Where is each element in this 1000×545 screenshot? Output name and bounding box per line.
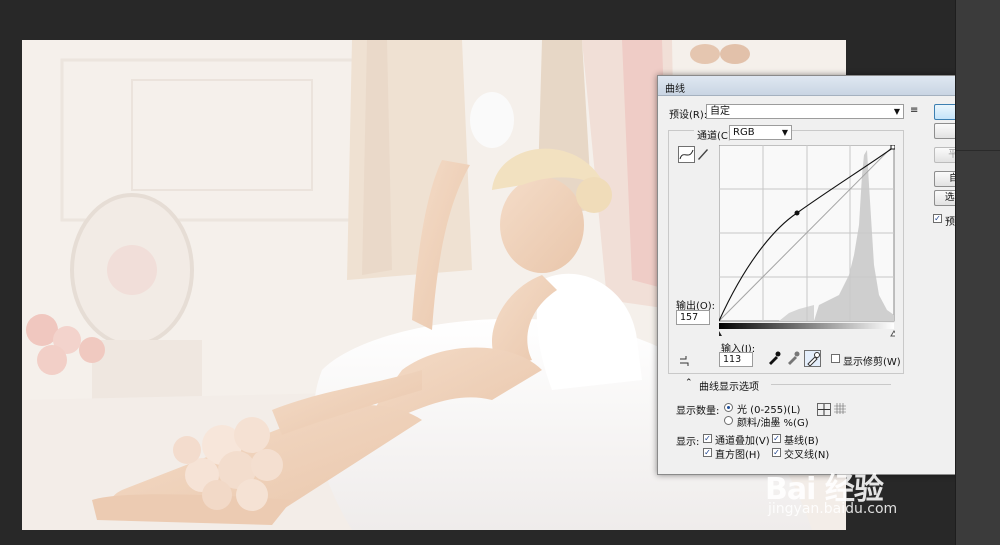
channel-select[interactable]: RGB ▼ [729,125,792,140]
light-radio[interactable] [724,403,733,412]
preset-select[interactable]: 自定 ▼ [706,104,904,119]
preview-checkbox[interactable]: ✓ [933,214,942,223]
baseline-checkbox[interactable]: ✓ [772,434,781,443]
show-clipping-checkbox[interactable] [831,354,840,363]
black-point-eyedropper[interactable] [766,350,783,367]
hand-adjust-icon [680,356,689,366]
curve-endpoint[interactable] [890,144,896,150]
pencil-icon [698,149,708,160]
grid-4x4-button[interactable] [817,403,831,416]
dialog-title: 曲线 [665,84,685,95]
eyedropper-black-icon [769,351,781,365]
pencil-tool[interactable] [695,146,712,163]
white-point-eyedropper[interactable] [804,350,821,367]
preset-label: 预设(R): [669,110,708,121]
watermark-url: jingyan.baidu.com [768,501,898,517]
curves-graph-svg [712,144,898,337]
gray-point-eyedropper[interactable] [785,350,802,367]
grid-small-icon [818,404,830,415]
display-options-label[interactable]: 曲线显示选项 [699,378,759,393]
histogram-label: 直方图(H) [715,450,761,461]
intersection-label: 交叉线(N) [784,450,830,461]
show-label: 显示: [676,437,700,448]
pigment-option-label: 颜料/油墨 %(G) [737,418,809,429]
baidu-watermark: Bai 经验 jingyan.baidu.com [765,460,965,530]
pigment-radio[interactable] [724,416,733,425]
channel-overlay-label: 通道叠加(V) [715,436,770,447]
channel-overlay-checkbox[interactable]: ✓ [703,434,712,443]
histogram-checkbox[interactable]: ✓ [703,448,712,457]
input-field[interactable]: 113 [719,352,753,367]
curve-control-point[interactable] [794,210,800,216]
show-clipping-label: 显示修剪(W) [843,357,901,368]
preset-value: 自定 [710,106,730,117]
baseline-label: 基线(B) [784,436,819,447]
curves-graph[interactable] [712,144,898,343]
on-image-adjust-tool[interactable] [677,353,694,370]
eyedropper-gray-icon [788,351,800,365]
divider [771,384,891,385]
panel-divider [956,150,1000,151]
canvas-workspace: 曲线 预设(R): 自定 ▼ ≡ 通道(C): RGB ▼ 输出(O): 157 [0,0,1000,545]
curve-point-tool[interactable] [678,146,695,163]
channel-value: RGB [733,127,755,138]
show-amount-label: 显示数量: [676,406,720,417]
grid-10x10-button[interactable] [834,403,848,416]
right-panel-strip [955,0,1000,545]
chevron-down-icon: ▼ [893,107,900,116]
curve-icon [679,149,694,160]
output-field[interactable]: 157 [676,310,710,325]
black-slider[interactable] [716,331,722,336]
chevron-down-icon: ▼ [781,128,788,137]
dialog-titlebar[interactable]: 曲线 [658,76,999,96]
eyedropper-white-icon [807,352,820,367]
preset-menu-icon[interactable]: ≡ [910,105,918,116]
intersection-checkbox[interactable]: ✓ [772,448,781,457]
grid-large-icon [834,403,846,414]
input-gradient-bar [719,323,894,329]
white-slider[interactable] [890,330,898,337]
collapse-icon[interactable]: ⌃ [685,378,693,388]
